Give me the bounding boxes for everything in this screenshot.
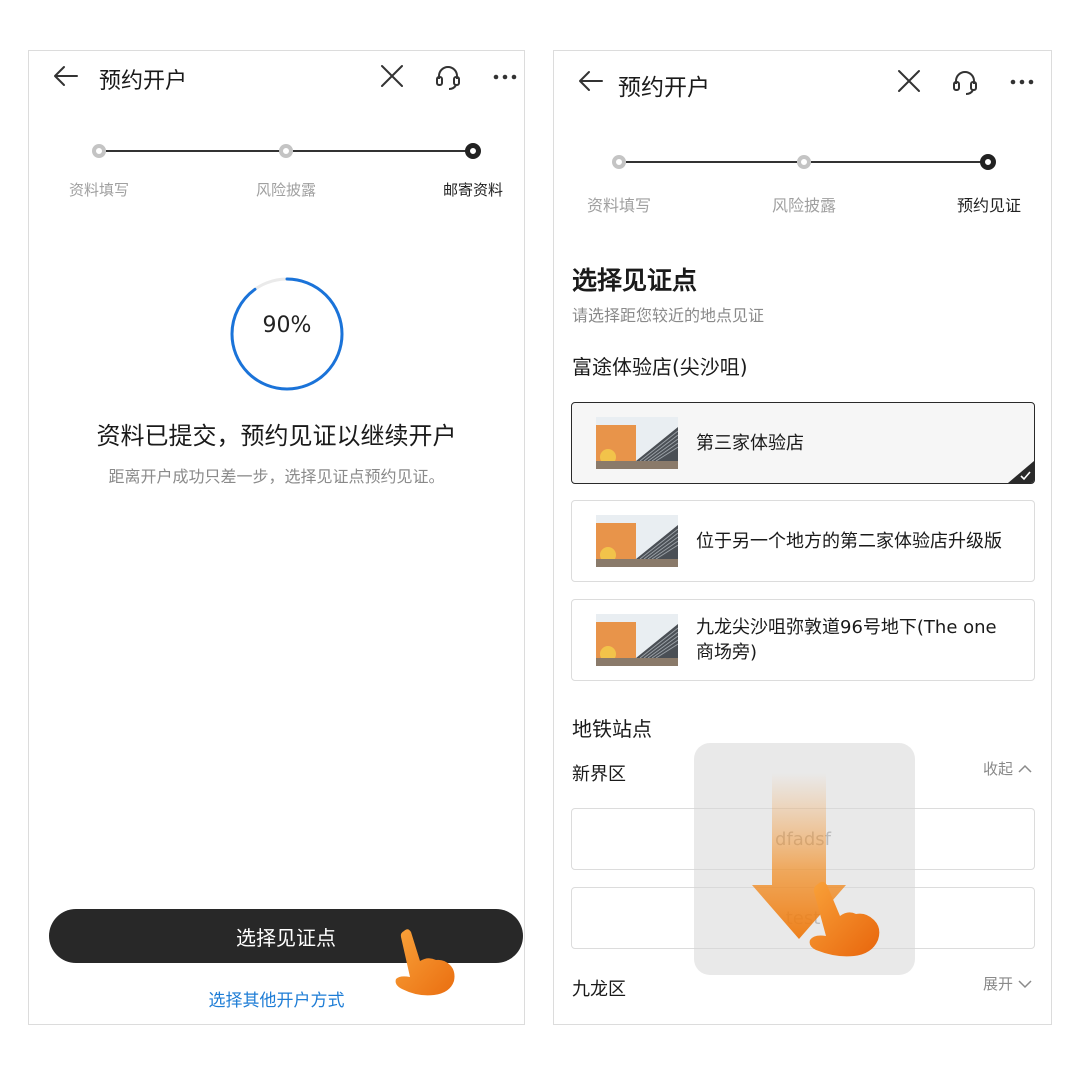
step-label-3: 预约见证 (956, 196, 1021, 215)
tap-hand-icon (395, 929, 455, 996)
selected-check-icon (1008, 461, 1034, 483)
phone-screen-left: 预约开户 资料填写 风险披露 邮寄资料 90% 资料已提交，预约见证以继续开户 … (28, 50, 525, 1025)
store-card[interactable]: 位于另一个地方的第二家体验店升级版 (571, 500, 1035, 582)
step-dot-1 (612, 155, 626, 169)
metro-section-title: 地铁站点 (572, 717, 652, 741)
step-label-3: 邮寄资料 (442, 181, 503, 199)
store-card-selected[interactable]: 第三家体验店 (571, 402, 1035, 484)
progress-percentage: 90% (262, 313, 312, 338)
step-connector (626, 161, 797, 163)
chevron-up-icon (1018, 764, 1032, 773)
expand-toggle[interactable]: 展开 (983, 973, 1033, 994)
step-dot-3 (980, 154, 996, 170)
step-connector (293, 150, 473, 152)
store-name: 九龙尖沙咀弥敦道96号地下(The one 商场旁) (696, 617, 997, 663)
back-arrow-icon[interactable] (576, 66, 606, 96)
expand-label: 展开 (982, 975, 1013, 993)
step-label-2: 风险披露 (255, 181, 316, 199)
step-dot-1 (92, 144, 106, 158)
store-thumbnail (596, 515, 678, 567)
store-card[interactable]: 九龙尖沙咀弥敦道96号地下(The one 商场旁) (571, 599, 1035, 681)
step-label-1: 资料填写 (586, 196, 651, 215)
step-label-1: 资料填写 (68, 181, 129, 199)
store-name: 第三家体验店 (696, 432, 804, 454)
chevron-down-icon (1018, 979, 1032, 988)
phone-screen-right: 预约开户 资料填写 风险披露 预约见证 选择见证点 请选择距您较近的地点见证 富… (553, 50, 1052, 1025)
more-icon[interactable] (491, 63, 519, 91)
section-subtitle: 请选择距您较近的地点见证 (572, 306, 765, 325)
back-arrow-icon[interactable] (51, 61, 81, 91)
nav-bar: 预约开户 (554, 51, 1051, 111)
close-icon[interactable] (379, 63, 405, 89)
step-dot-3 (465, 143, 481, 159)
nav-bar: 预约开户 (29, 51, 524, 111)
step-dot-2 (797, 155, 811, 169)
step-dot-2 (279, 144, 293, 158)
district-name: 新界区 (572, 764, 626, 785)
store-thumbnail (596, 614, 678, 666)
collapse-toggle[interactable]: 收起 (983, 758, 1033, 779)
store-name: 位于另一个地方的第二家体验店升级版 (696, 530, 1002, 552)
page-title: 预约开户 (618, 75, 710, 101)
store-group-title: 富途体验店(尖沙咀) (572, 355, 748, 379)
step-indicator: 资料填写 风险披露 邮寄资料 (29, 136, 524, 216)
customer-service-icon[interactable] (434, 63, 462, 91)
more-icon[interactable] (1008, 68, 1036, 96)
step-label-2: 风险披露 (771, 196, 836, 215)
step-connector (106, 150, 286, 152)
customer-service-icon[interactable] (951, 68, 979, 96)
section-title: 选择见证点 (572, 266, 698, 295)
collapse-label: 收起 (982, 760, 1013, 778)
page-title: 预约开户 (99, 69, 188, 94)
close-icon[interactable] (896, 68, 922, 94)
store-thumbnail (596, 417, 678, 469)
submitted-headline: 资料已提交，预约见证以继续开户 (96, 422, 457, 450)
district-name: 九龙区 (572, 979, 626, 1000)
step-connector (811, 161, 981, 163)
swipe-hand-icon (809, 881, 880, 957)
step-indicator: 资料填写 风险披露 预约见证 (554, 146, 1051, 226)
submitted-subline: 距离开户成功只差一步，选择见证点预约见证。 (108, 467, 445, 486)
